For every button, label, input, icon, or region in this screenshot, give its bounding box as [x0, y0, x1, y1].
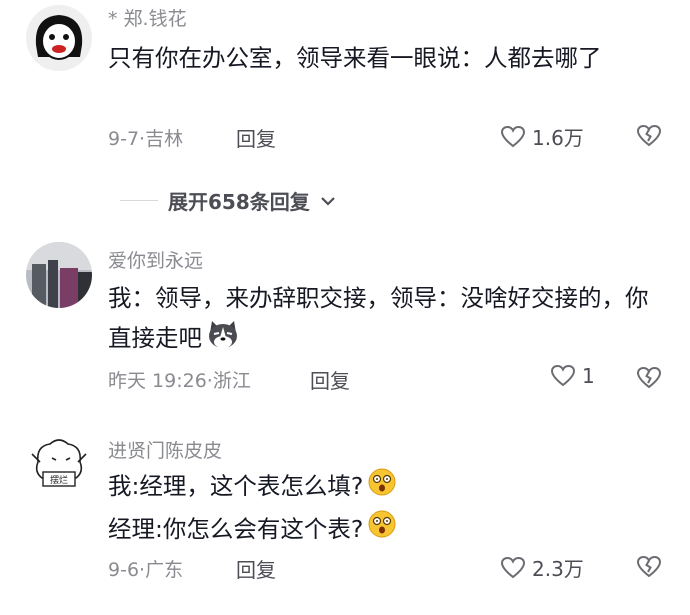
comment-line-2: 经理:你怎么会有这个表? [108, 509, 668, 552]
like-button[interactable]: 2.3万 [500, 553, 584, 582]
comment-author[interactable]: 爱你到永远 [108, 246, 203, 273]
heart-outline-icon [550, 364, 576, 387]
broken-heart-icon[interactable] [636, 555, 662, 579]
comment-text: 只有你在办公室，领导来看一眼说：人都去哪了 [108, 44, 602, 72]
broken-heart-icon[interactable] [636, 366, 662, 390]
like-count: 1 [582, 364, 595, 388]
comment-author[interactable]: * 郑.钱花 [108, 4, 187, 31]
comment-meta: 9-7·吉林 [108, 128, 184, 150]
heart-outline-icon [500, 125, 526, 147]
like-count: 2.3万 [532, 557, 584, 581]
reply-button[interactable]: 回复 [310, 365, 350, 394]
broken-heart-icon[interactable] [636, 124, 662, 148]
comment-meta: 9-6·广东 [108, 559, 184, 581]
chevron-down-icon [320, 196, 335, 206]
heart-outline-icon [500, 556, 526, 578]
comment-text: 我:经理，这个表怎么填? 经理:你怎么会有这个表? [108, 466, 668, 551]
comment-text: 我：领导，来办辞职交接，领导：没啥好交接的，你直接走吧 [108, 278, 668, 361]
expand-replies-button[interactable]: 展开658条回复 [120, 186, 336, 215]
like-button[interactable]: 1 [550, 364, 595, 388]
comment-text-body: 我：领导，来办辞职交接，领导：没啥好交接的，你直接走吧 [108, 284, 649, 352]
like-count: 1.6万 [532, 126, 584, 150]
reply-button[interactable]: 回复 [236, 123, 276, 152]
husky-emoji-icon [206, 319, 240, 361]
avatar[interactable]: 摆烂 [26, 432, 92, 498]
comment-line-1: 我:经理，这个表怎么填? [108, 466, 668, 509]
dizzy-face-emoji-icon [367, 509, 397, 551]
avatar-text: 摆烂 [50, 474, 68, 486]
reply-button[interactable]: 回复 [236, 554, 276, 583]
divider-line [120, 200, 158, 201]
like-button[interactable]: 1.6万 [500, 122, 584, 151]
avatar[interactable] [26, 5, 92, 71]
avatar[interactable] [26, 242, 92, 308]
comment-meta: 昨天 19:26·浙江 [108, 370, 251, 392]
expand-replies-label: 展开658条回复 [168, 190, 310, 214]
comment-author[interactable]: 进贤门陈皮皮 [108, 436, 222, 463]
dizzy-face-emoji-icon [367, 467, 397, 509]
